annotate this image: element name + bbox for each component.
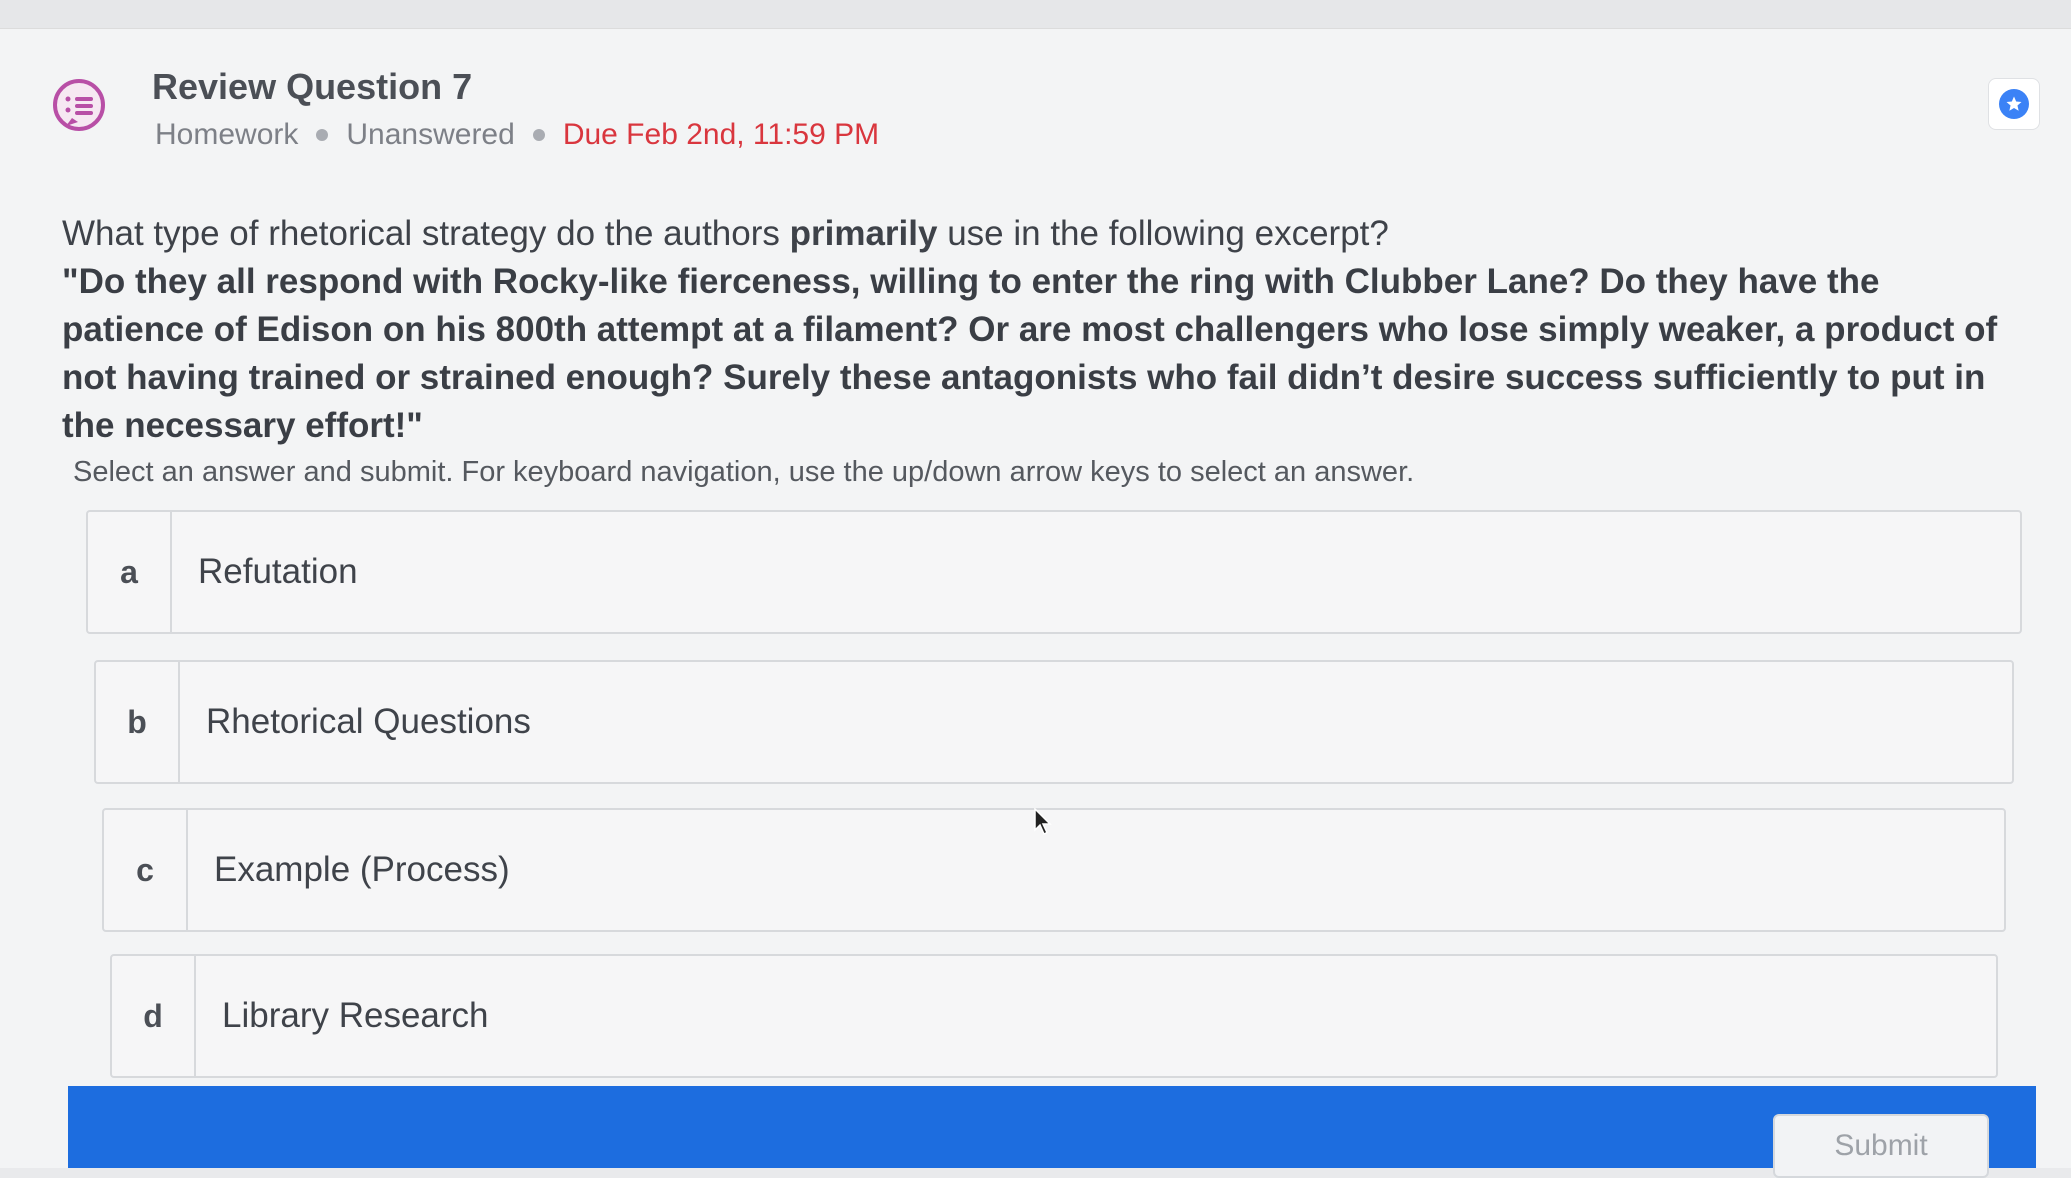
question-prompt: What type of rhetorical strategy do the … (62, 210, 2022, 258)
prompt-emphasis: primarily (789, 214, 938, 253)
list-chat-icon (50, 78, 108, 136)
question-excerpt: "Do they all respond with Rocky-like fie… (62, 262, 1998, 445)
separator-dot (532, 129, 545, 141)
answer-option-a[interactable]: a Refutation (86, 510, 2022, 634)
status-text: Unanswered (346, 118, 515, 151)
mouse-cursor-icon (1034, 807, 1052, 836)
submit-button[interactable]: Submit (1773, 1114, 1989, 1178)
star-icon (1999, 89, 2029, 119)
option-letter: a (88, 512, 172, 632)
bookmark-button[interactable] (1988, 78, 2040, 130)
prompt-after: use in the following excerpt? (937, 214, 1389, 253)
question-text: What type of rhetorical strategy do the … (62, 210, 2022, 450)
option-label: Refutation (198, 552, 358, 591)
answer-option-d[interactable]: d Library Research (110, 954, 1998, 1078)
instructions: Select an answer and submit. For keyboar… (73, 456, 1415, 488)
prompt-before: What type of rhetorical strategy do the … (62, 214, 790, 253)
separator-dot (316, 129, 329, 141)
top-strip (0, 0, 2071, 29)
question-page: Review Question 7 Homework Unanswered Du… (0, 0, 2071, 1178)
due-date: Due Feb 2nd, 11:59 PM (562, 118, 880, 151)
option-label: Rhetorical Questions (206, 702, 531, 741)
option-letter: b (96, 662, 180, 782)
option-letter: c (104, 810, 188, 930)
submit-bar (68, 1086, 2036, 1168)
option-letter: d (112, 956, 196, 1076)
page-title: Review Question 7 (152, 66, 473, 107)
option-label: Example (Process) (214, 850, 510, 889)
question-meta: Homework Unanswered Due Feb 2nd, 11:59 P… (155, 118, 879, 152)
answer-option-c[interactable]: c Example (Process) (102, 808, 2006, 932)
option-label: Library Research (222, 996, 489, 1035)
assignment-type: Homework (155, 118, 299, 151)
answer-option-b[interactable]: b Rhetorical Questions (94, 660, 2014, 784)
